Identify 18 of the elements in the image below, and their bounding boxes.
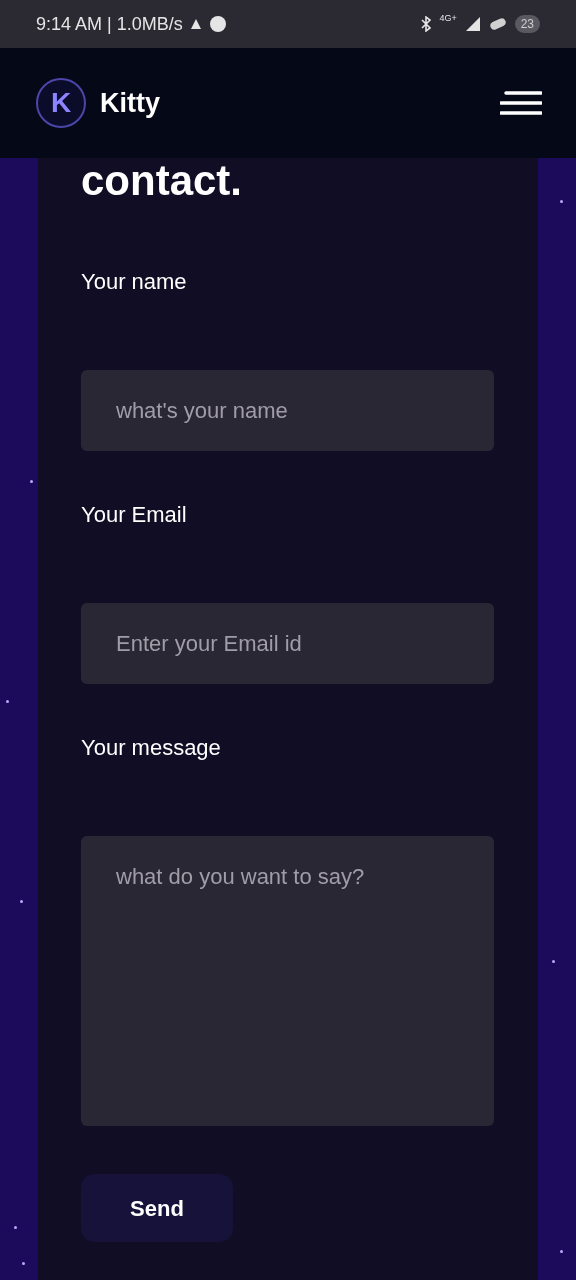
brand-name: Kitty	[100, 86, 160, 120]
signal-icon	[464, 16, 481, 32]
field-label: Your message	[81, 734, 222, 762]
battery-indicator: 23	[514, 15, 540, 33]
circle-icon	[208, 15, 227, 33]
input-field[interactable]: what's your name	[81, 370, 494, 451]
bluetooth-icon	[421, 16, 432, 32]
menu-icon[interactable]	[500, 90, 542, 116]
network-label: 4G+	[439, 12, 457, 26]
link-icon	[488, 18, 507, 30]
section-heading: contact.	[81, 158, 244, 202]
field-label: Your name	[81, 268, 188, 296]
logo-icon: K	[36, 78, 86, 128]
status-time: 9:14 AM | 1.0MB/s	[36, 12, 183, 36]
field-label: Your Email	[81, 501, 188, 529]
send-button[interactable]: Send	[81, 1174, 233, 1242]
input-field[interactable]: Enter your Email id	[81, 603, 494, 684]
message-field[interactable]: what do you want to say?	[81, 836, 494, 1126]
